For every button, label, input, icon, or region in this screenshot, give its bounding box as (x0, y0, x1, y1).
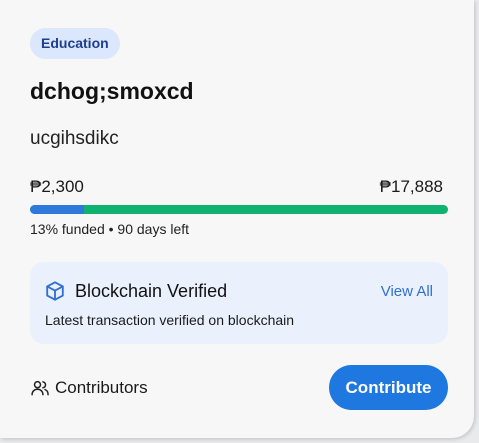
contributors-link[interactable]: Contributors (30, 376, 148, 400)
view-all-link[interactable]: View All (381, 283, 433, 300)
funding-progress-fill (30, 205, 85, 214)
cube-icon (46, 281, 64, 301)
goal-amount: ₱17,888 (379, 177, 443, 196)
category-badge: Education (30, 28, 120, 59)
contribute-button[interactable]: Contribute (329, 365, 448, 410)
raised-amount: ₱2,300 (30, 177, 84, 196)
campaign-title: dchog;smoxcd (30, 78, 194, 104)
blockchain-verified-panel: Blockchain Verified View All Latest tran… (30, 262, 448, 344)
funding-status-text: 13% funded • 90 days left (30, 221, 190, 237)
contributors-label: Contributors (55, 378, 148, 397)
blockchain-verified-description: Latest transaction verified on blockchai… (45, 312, 295, 328)
blockchain-verified-title: Blockchain Verified (75, 281, 228, 301)
users-icon (31, 380, 49, 396)
campaign-card: Education dchog;smoxcd ucgihsdikc ₱2,300… (0, 0, 474, 438)
campaign-description: ucgihsdikc (30, 128, 119, 149)
funding-progress-bar (30, 205, 448, 214)
